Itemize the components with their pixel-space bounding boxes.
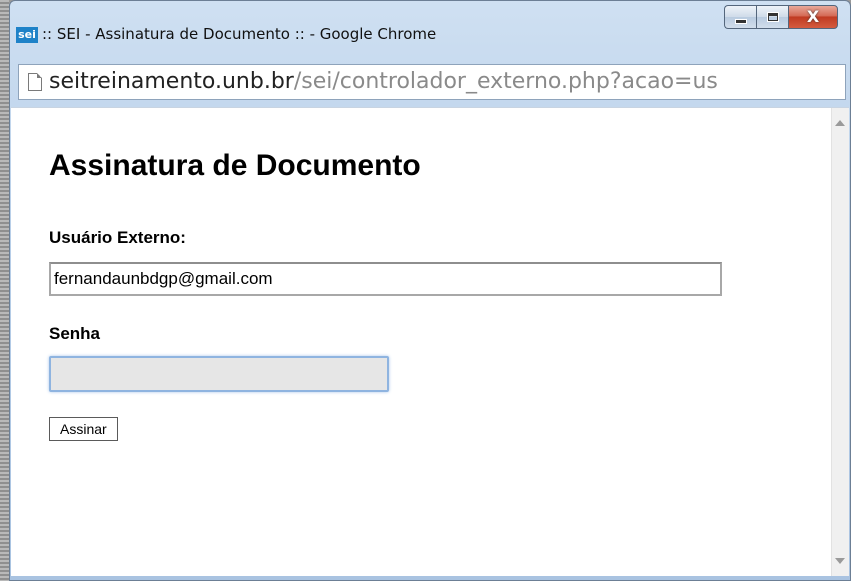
maximize-button[interactable]	[756, 5, 788, 29]
password-input[interactable]	[49, 356, 389, 392]
scroll-up-arrow-icon[interactable]	[835, 120, 845, 126]
window-controls: X	[724, 5, 838, 29]
address-bar[interactable]: seitreinamento.unb.br/sei/controlador_ex…	[18, 64, 846, 100]
sei-logo-icon: sei	[16, 27, 38, 43]
close-icon: X	[806, 7, 820, 26]
sign-button[interactable]: Assinar	[49, 417, 118, 441]
title-bar[interactable]: sei :: SEI - Assinatura de Documento :: …	[10, 1, 850, 53]
scroll-down-arrow-icon[interactable]	[835, 558, 845, 564]
desktop-background	[0, 0, 9, 581]
window-title: :: SEI - Assinatura de Documento :: - Go…	[42, 25, 437, 43]
minimize-icon	[734, 18, 747, 24]
external-user-label: Usuário Externo:	[49, 228, 186, 247]
url-host: seitreinamento.unb.br	[49, 69, 294, 94]
close-button[interactable]: X	[788, 5, 838, 29]
password-label: Senha	[49, 324, 101, 343]
maximize-icon	[767, 13, 778, 21]
page-icon	[28, 73, 42, 91]
minimize-button[interactable]	[724, 5, 756, 29]
vertical-scrollbar[interactable]	[831, 108, 849, 576]
page-content: Assinatura de Documento Usuário Externo:…	[11, 107, 849, 576]
page-title: Assinatura de Documento	[49, 149, 421, 182]
url-path: /sei/controlador_externo.php?acao=us	[293, 69, 718, 94]
url-text: seitreinamento.unb.br/sei/controlador_ex…	[49, 70, 718, 94]
external-user-input[interactable]	[49, 262, 722, 296]
browser-popup-window: sei :: SEI - Assinatura de Documento :: …	[9, 0, 851, 581]
